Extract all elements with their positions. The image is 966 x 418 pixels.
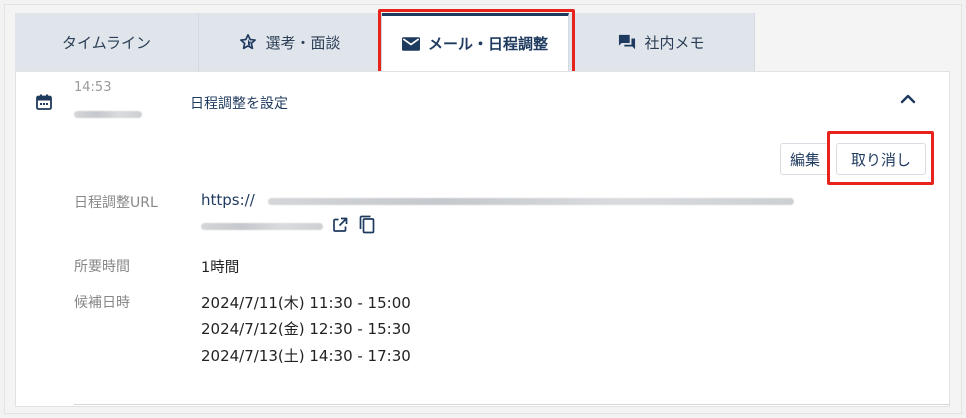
candidate-slot: 2024/7/11(木) 11:30 - 15:00 [201,294,411,312]
copy-icon[interactable] [359,215,375,238]
candidate-slot: 2024/7/12(金) 12:30 - 15:30 [201,320,411,338]
candidate-slot: 2024/7/13(土) 14:30 - 17:30 [201,347,411,365]
tab-selection-interview[interactable]: 選考・面談 [199,13,382,71]
redacted-author [74,111,142,118]
cancel-button-highlight [827,131,934,185]
tab-timeline[interactable]: タイムライン [15,13,199,71]
edit-button[interactable]: 編集 [780,143,830,175]
event-title: 日程調整を設定 [190,96,288,112]
tab-label: 社内メモ [644,33,705,52]
duration-value: 1時間 [201,260,240,276]
duration-label: 所要時間 [74,259,130,275]
calendar-icon [36,94,52,114]
url-label: 日程調整URL [74,195,158,211]
tab-label: 選考・面談 [265,33,341,52]
chat-icon [618,34,636,51]
external-link-icon[interactable] [332,217,348,237]
scheduling-url-link[interactable]: https:// [201,191,255,209]
redacted-url-part [268,198,794,205]
star-icon [239,33,257,51]
candidates-label: 候補日時 [74,295,130,311]
tab-internal-memo[interactable]: 社内メモ [569,13,755,71]
divider [74,404,950,405]
tab-label: タイムライン [62,33,151,52]
chevron-up-icon[interactable] [900,90,916,109]
redacted-url-part [201,223,323,230]
event-time: 14:53 [74,80,112,95]
event-panel [15,71,950,407]
